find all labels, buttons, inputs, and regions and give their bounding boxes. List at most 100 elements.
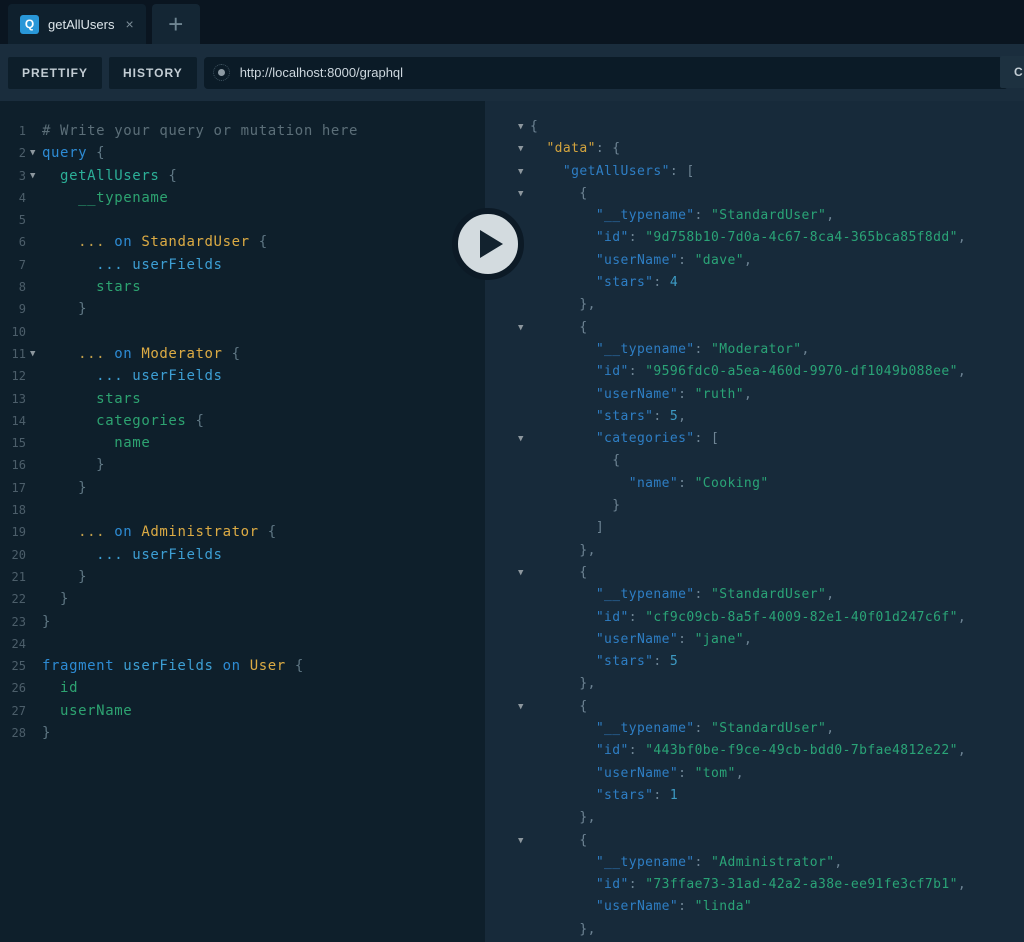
line-number: 25 — [0, 655, 26, 677]
endpoint-url-input[interactable] — [204, 57, 1008, 89]
fold-arrow-icon[interactable]: ▼ — [30, 165, 35, 187]
response-row: "id": "443bf0be-f9ce-49cb-bdd0-7bfae4812… — [485, 740, 1024, 762]
fold-arrow-icon[interactable]: ▼ — [518, 562, 523, 584]
code-token: : — [678, 632, 694, 647]
line-number: 27 — [0, 700, 26, 722]
endpoint-url-wrapper — [204, 57, 1008, 89]
code-token: "__typename" — [530, 855, 695, 870]
code-token: "__typename" — [530, 208, 695, 223]
line-number: 14 — [0, 410, 26, 432]
code-token: ] — [530, 520, 604, 535]
code-token: , — [958, 364, 966, 379]
query-editor-line: 24 — [0, 633, 485, 655]
code-token: , — [744, 632, 752, 647]
code-token: : — [629, 877, 645, 892]
code-token: : — [695, 721, 711, 736]
query-editor-line: 19 ... on Administrator { — [0, 521, 485, 543]
response-row: { — [485, 450, 1024, 472]
response-row: ▼ "categories": [ — [485, 428, 1024, 450]
fold-arrow-icon[interactable]: ▼ — [518, 428, 523, 450]
fold-arrow-icon[interactable]: ▼ — [518, 116, 523, 138]
code-token: "data" — [530, 141, 596, 156]
fold-arrow-icon[interactable]: ▼ — [30, 142, 35, 164]
line-number: 16 — [0, 454, 26, 476]
code-token: "name" — [530, 476, 678, 491]
code-token: : — [678, 766, 694, 781]
line-number: 20 — [0, 544, 26, 566]
line-number: 3 — [0, 165, 26, 187]
line-number: 12 — [0, 365, 26, 387]
response-row: "__typename": "Moderator", — [485, 339, 1024, 361]
query-editor-line: 18 — [0, 499, 485, 521]
fold-arrow-icon[interactable]: ▼ — [30, 343, 35, 365]
code-token: { — [530, 320, 588, 335]
close-tab-icon[interactable]: × — [125, 16, 133, 32]
query-editor[interactable]: 1# Write your query or mutation here2▼qu… — [0, 101, 485, 942]
response-row: }, — [485, 540, 1024, 562]
code-token: { — [186, 413, 204, 429]
line-number: 23 — [0, 611, 26, 633]
code-token: ... userFields — [42, 547, 223, 563]
code-token: : — [695, 342, 711, 357]
query-editor-line: 4 __typename — [0, 187, 485, 209]
code-token: on — [214, 658, 250, 674]
code-token: }, — [530, 922, 596, 937]
query-editor-line: 25fragment userFields on User { — [0, 655, 485, 677]
code-token: "stars" — [530, 409, 653, 424]
code-token: , — [744, 253, 752, 268]
response-row: "userName": "dave", — [485, 250, 1024, 272]
code-token: "__typename" — [530, 721, 695, 736]
code-token: "Administrator" — [711, 855, 834, 870]
response-row: "id": "73ffae73-31ad-42a2-a38e-ee91fe3cf… — [485, 874, 1024, 896]
code-token: ... userFields — [42, 257, 223, 273]
code-token: categories — [42, 413, 186, 429]
code-token: "__typename" — [530, 587, 695, 602]
response-row: "stars": 1 — [485, 785, 1024, 807]
response-row: ▼ { — [485, 183, 1024, 205]
response-row: "userName": "ruth", — [485, 384, 1024, 406]
code-token: } — [42, 569, 87, 585]
line-number: 28 — [0, 722, 26, 744]
response-row: ▼ { — [485, 562, 1024, 584]
tab-getallusers[interactable]: Q getAllUsers × — [8, 4, 146, 44]
response-row: ▼ "getAllUsers": [ — [485, 161, 1024, 183]
code-token: "id" — [530, 364, 629, 379]
code-token: , — [826, 721, 834, 736]
code-token: ... — [42, 234, 105, 250]
code-token: } — [42, 725, 51, 741]
code-token: : — [653, 409, 669, 424]
code-token: : { — [596, 141, 621, 156]
code-token: ... — [42, 524, 105, 540]
code-token: "id" — [530, 610, 629, 625]
code-token: : — [629, 610, 645, 625]
response-viewer[interactable]: ▼{▼ "data": {▼ "getAllUsers": [▼ { "__ty… — [485, 101, 1024, 942]
code-token: "jane" — [695, 632, 744, 647]
fold-arrow-icon[interactable]: ▼ — [518, 696, 523, 718]
response-row: } — [485, 495, 1024, 517]
prettify-button[interactable]: PRETTIFY — [8, 57, 102, 89]
line-number: 21 — [0, 566, 26, 588]
copy-curl-button[interactable]: COPY CURL — [1000, 56, 1024, 88]
query-editor-line: 16 } — [0, 454, 485, 476]
response-row: "userName": "jane", — [485, 629, 1024, 651]
code-token: "userName" — [530, 253, 678, 268]
code-token: { — [250, 234, 268, 250]
fold-arrow-icon[interactable]: ▼ — [518, 138, 523, 160]
response-row: ▼ { — [485, 317, 1024, 339]
code-token: : — [695, 208, 711, 223]
query-editor-line: 3▼ getAllUsers { — [0, 165, 485, 187]
response-row: ▼ { — [485, 830, 1024, 852]
fold-arrow-icon[interactable]: ▼ — [518, 830, 523, 852]
response-row: "__typename": "StandardUser", — [485, 205, 1024, 227]
code-token: { — [530, 833, 588, 848]
history-button[interactable]: HISTORY — [109, 57, 197, 89]
response-row: }, — [485, 294, 1024, 316]
fold-arrow-icon[interactable]: ▼ — [518, 317, 523, 339]
code-token: : — [678, 476, 694, 491]
line-number: 26 — [0, 677, 26, 699]
execute-query-button[interactable] — [452, 208, 524, 280]
new-tab-button[interactable]: + — [152, 4, 200, 44]
code-token: "ruth" — [695, 387, 744, 402]
fold-arrow-icon[interactable]: ▼ — [518, 183, 523, 205]
fold-arrow-icon[interactable]: ▼ — [518, 161, 523, 183]
